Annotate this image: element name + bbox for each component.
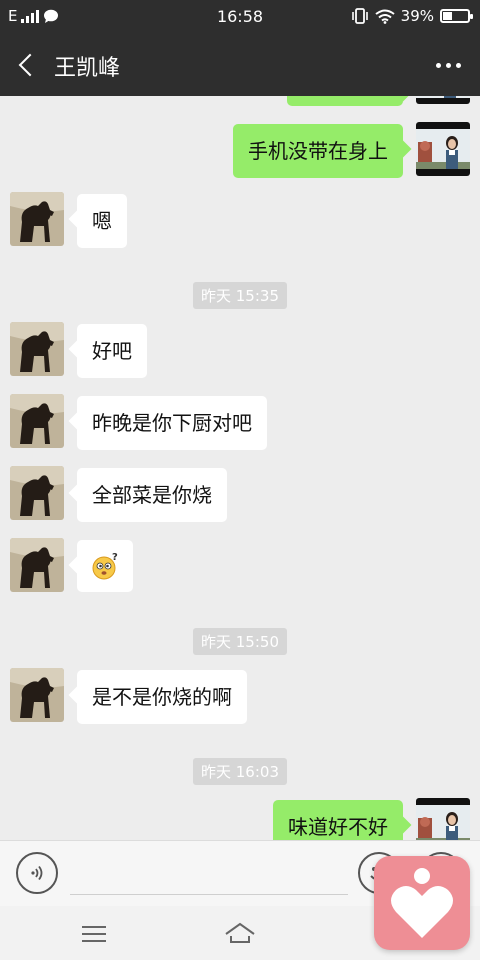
message-row: 味道好不好: [0, 798, 480, 840]
message-bubble[interactable]: 手机没带在身上: [233, 124, 403, 178]
message-bubble[interactable]: [287, 96, 403, 106]
contact-avatar[interactable]: [10, 668, 64, 722]
message-text: 好吧: [92, 339, 132, 363]
timestamp: 昨天 16:03: [0, 758, 480, 785]
message-bubble[interactable]: 全部菜是你烧: [77, 468, 227, 522]
message-row: 昨晚是你下厨对吧: [0, 394, 480, 450]
status-bar: E 16:58 39%: [0, 0, 480, 34]
battery-icon: [440, 9, 473, 23]
contact-avatar[interactable]: [10, 394, 64, 448]
chat-area[interactable]: 手机没带在身上 嗯 昨天 15:35 好吧 昨晚是你下厨对吧 全部菜是你烧 ? …: [0, 96, 480, 840]
chat-header: 王凯峰: [0, 34, 480, 96]
my-avatar[interactable]: [416, 96, 470, 104]
message-row: 全部菜是你烧: [0, 466, 480, 522]
svg-text:?: ?: [112, 552, 118, 563]
message-text: 是不是你烧的啊: [92, 685, 232, 709]
wifi-icon: [375, 9, 395, 24]
home-icon[interactable]: [222, 920, 258, 948]
timestamp: 昨天 15:35: [0, 282, 480, 309]
floating-app-button[interactable]: [374, 856, 470, 950]
contact-avatar[interactable]: [10, 466, 64, 520]
message-bubble[interactable]: 昨晚是你下厨对吧: [77, 396, 267, 450]
battery-fill: [443, 12, 452, 20]
menu-icon[interactable]: [78, 922, 110, 946]
vibrate-icon: [351, 8, 368, 24]
message-row: ?: [0, 538, 480, 594]
back-arrow-icon[interactable]: [12, 47, 42, 83]
contact-name: 王凯峰: [54, 56, 121, 81]
message-bubble[interactable]: 味道好不好: [273, 800, 403, 840]
message-text: 味道好不好: [288, 815, 388, 839]
contact-avatar[interactable]: [10, 192, 64, 246]
my-avatar[interactable]: [416, 122, 470, 176]
message-row: 是不是你烧的啊: [0, 668, 480, 724]
message-row: [0, 96, 480, 108]
message-bubble[interactable]: 好吧: [77, 324, 147, 378]
heart-person-icon: [391, 868, 453, 938]
contact-avatar[interactable]: [10, 538, 64, 592]
message-row: 嗯: [0, 192, 480, 248]
message-input[interactable]: [70, 851, 348, 895]
message-text: 全部菜是你烧: [92, 483, 212, 507]
message-bubble[interactable]: 嗯: [77, 194, 127, 248]
timestamp: 昨天 15:50: [0, 628, 480, 655]
message-bubble[interactable]: ?: [77, 540, 133, 592]
message-bubble[interactable]: 是不是你烧的啊: [77, 670, 247, 724]
voice-icon[interactable]: [16, 852, 58, 894]
confused-emoji: ?: [92, 552, 118, 580]
status-right: 39%: [351, 7, 473, 25]
message-text: 嗯: [92, 209, 112, 233]
message-text: 手机没带在身上: [248, 139, 388, 163]
message-row: 好吧: [0, 322, 480, 378]
contact-avatar[interactable]: [10, 322, 64, 376]
my-avatar[interactable]: [416, 798, 470, 840]
message-text: 昨晚是你下厨对吧: [92, 411, 252, 435]
message-row: 手机没带在身上: [0, 122, 480, 178]
battery-percent: 39%: [400, 7, 434, 25]
more-icon[interactable]: [430, 50, 466, 80]
